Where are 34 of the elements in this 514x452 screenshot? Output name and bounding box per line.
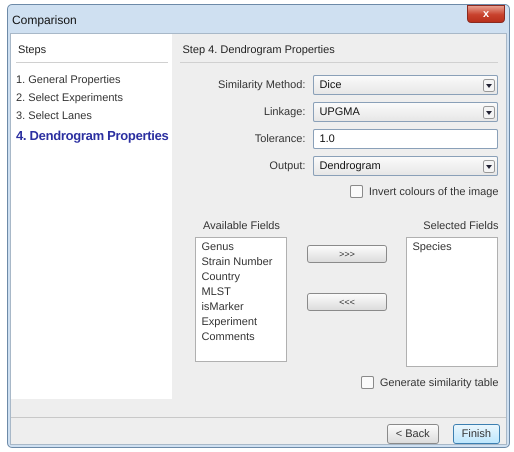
input-field[interactable]: 1.0 [313, 129, 498, 149]
checkbox[interactable] [350, 185, 363, 198]
move-button[interactable]: <<< [306, 293, 387, 311]
steps-heading: Steps [16, 40, 168, 63]
footer-button[interactable]: < Back [386, 424, 439, 444]
window-title: Comparison [12, 13, 77, 27]
checkbox-label: Invert colours of the image [368, 186, 498, 198]
step-item[interactable]: 1. General Properties [16, 71, 168, 89]
dropdown[interactable]: Dice [313, 75, 498, 95]
step-item[interactable]: 2. Select Experiments [16, 89, 168, 107]
list-item[interactable]: Comments [201, 331, 282, 343]
step-item[interactable]: 4. Dendrogram Properties [16, 125, 168, 146]
list-item[interactable]: Species [412, 241, 492, 253]
move-button[interactable]: >>> [306, 245, 387, 263]
list-heading: Available Fields [203, 220, 280, 232]
checkbox[interactable] [360, 376, 374, 389]
list-item[interactable]: Strain Number [201, 256, 282, 268]
list-item[interactable]: Genus [201, 241, 282, 253]
field-label: Linkage: [262, 106, 306, 118]
footer-button[interactable]: Finish [452, 424, 500, 444]
field-label: Output: [268, 160, 306, 172]
list-item[interactable]: Country [201, 271, 282, 283]
list-item[interactable]: isMarker [201, 301, 282, 313]
close-button[interactable]: x [467, 5, 505, 23]
list-item[interactable]: MLST [201, 286, 282, 298]
checkbox-label: Generate similarity table [380, 376, 498, 388]
panel-heading: Step 4. Dendrogram Properties [180, 40, 498, 63]
field-label: Tolerance: [254, 133, 306, 145]
list-item[interactable]: Experiment [201, 316, 282, 328]
list-heading: Selected Fields [423, 220, 498, 232]
dropdown[interactable]: UPGMA [313, 102, 498, 122]
dropdown[interactable]: Dendrogram [313, 156, 498, 176]
step-item[interactable]: 3. Select Lanes [16, 107, 168, 125]
field-label: Similarity Method: [217, 79, 306, 91]
